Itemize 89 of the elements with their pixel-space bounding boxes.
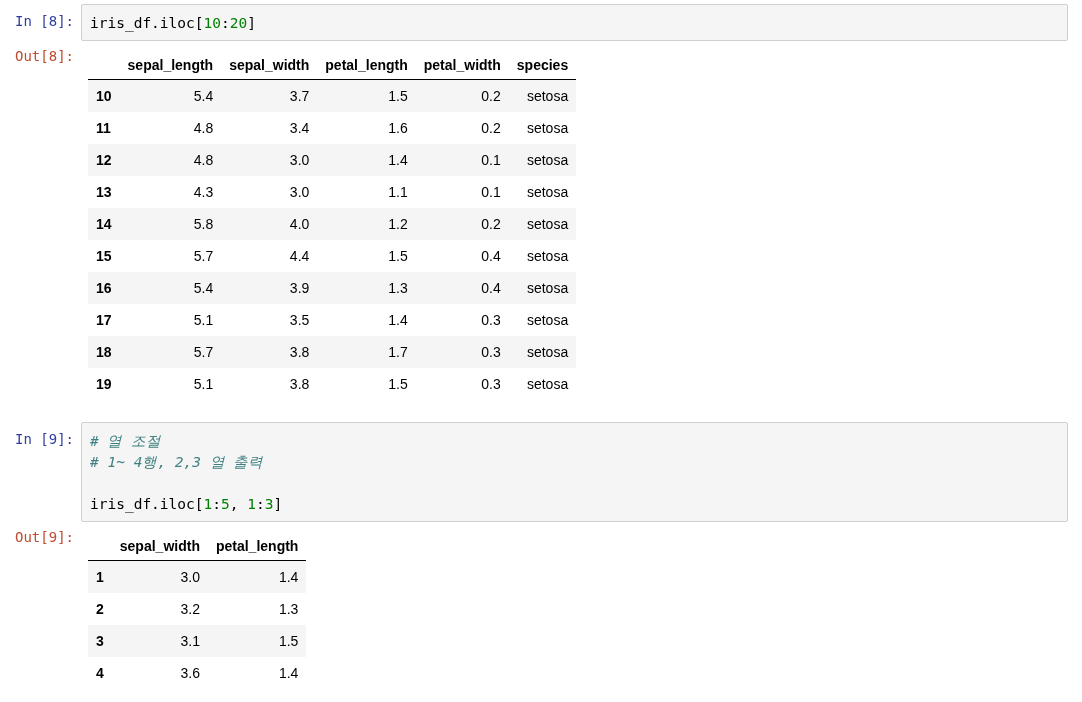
- table-cell: 3.5: [221, 304, 318, 336]
- table-cell: setosa: [508, 304, 577, 336]
- table-cell: 1.4: [207, 657, 307, 689]
- column-header: sepal_length: [119, 49, 222, 80]
- table-cell: 1.5: [317, 240, 416, 272]
- table-cell: 5.7: [119, 240, 222, 272]
- table-cell: 3.9: [221, 272, 318, 304]
- table-cell: 3.8: [221, 336, 318, 368]
- code-input-field[interactable]: iris_df.iloc[10:20]: [81, 4, 1068, 41]
- table-cell: 3.2: [111, 593, 208, 625]
- input-prompt: In [9]:: [14, 430, 75, 448]
- code-input-field[interactable]: # 열 조절 # 1~ 4행, 2,3 열 출력 iris_df.iloc[1:5, 1:3]: [81, 422, 1068, 522]
- table-cell: 0.4: [415, 240, 509, 272]
- table-cell: 1.6: [317, 112, 416, 144]
- table-cell: setosa: [508, 208, 577, 240]
- table-cell: 1.4: [317, 304, 416, 336]
- table-cell: 4.3: [119, 176, 222, 208]
- table-cell: 0.2: [415, 79, 509, 112]
- table-cell: 1.7: [317, 336, 416, 368]
- table-cell: 1.3: [317, 272, 416, 304]
- input-prompt: In [8]:: [14, 12, 75, 30]
- column-header: sepal_width: [111, 530, 208, 561]
- row-index: 19: [88, 368, 120, 400]
- row-index: 13: [88, 176, 120, 208]
- table-cell: 3.8: [221, 368, 318, 400]
- table-cell: 0.3: [415, 336, 509, 368]
- row-index: 17: [88, 304, 120, 336]
- table-cell: 5.7: [119, 336, 222, 368]
- table-cell: setosa: [508, 240, 577, 272]
- table-cell: 0.2: [415, 112, 509, 144]
- table-cell: 0.1: [415, 176, 509, 208]
- table-cell: 1.5: [207, 625, 307, 657]
- table-cell: 4.8: [119, 112, 222, 144]
- table-cell: 3.6: [111, 657, 208, 689]
- table-cell: 1.4: [207, 560, 307, 593]
- column-header: petal_length: [317, 49, 416, 80]
- column-header: sepal_width: [221, 49, 318, 80]
- code-comment: # 열 조절: [90, 432, 163, 451]
- row-index: 15: [88, 240, 120, 272]
- table-cell: 5.8: [119, 208, 222, 240]
- table-cell: 3.0: [221, 144, 318, 176]
- row-index: 18: [88, 336, 120, 368]
- table-cell: 5.4: [119, 79, 222, 112]
- code-comment: # 1~ 4행, 2,3 열 출력: [90, 453, 265, 472]
- table-cell: setosa: [508, 336, 577, 368]
- table-cell: 5.4: [119, 272, 222, 304]
- row-index: 12: [88, 144, 120, 176]
- row-index: 16: [88, 272, 120, 304]
- table-cell: 0.4: [415, 272, 509, 304]
- row-index: 10: [88, 79, 120, 112]
- table-cell: 1.4: [317, 144, 416, 176]
- row-index: 14: [88, 208, 120, 240]
- row-index: 1: [88, 560, 112, 593]
- table-cell: 1.3: [207, 593, 307, 625]
- table-cell: 3.0: [221, 176, 318, 208]
- row-index: 2: [88, 593, 112, 625]
- row-index: 4: [88, 657, 112, 689]
- table-cell: 0.1: [415, 144, 509, 176]
- table-cell: 3.0: [111, 560, 208, 593]
- table-cell: 3.4: [221, 112, 318, 144]
- table-cell: setosa: [508, 272, 577, 304]
- table-cell: 5.1: [119, 304, 222, 336]
- table-cell: setosa: [508, 79, 577, 112]
- table-cell: 4.4: [221, 240, 318, 272]
- column-header: species: [508, 49, 577, 80]
- table-cell: setosa: [508, 176, 577, 208]
- table-cell: 1.2: [317, 208, 416, 240]
- table-cell: 3.7: [221, 79, 318, 112]
- table-cell: setosa: [508, 368, 577, 400]
- output-prompt: Out[9]:: [14, 528, 75, 546]
- table-cell: setosa: [508, 112, 577, 144]
- table-cell: 5.1: [119, 368, 222, 400]
- column-header: petal_length: [207, 530, 307, 561]
- output-prompt: Out[8]:: [14, 47, 75, 65]
- table-cell: 1.5: [317, 368, 416, 400]
- table-cell: 4.0: [221, 208, 318, 240]
- table-cell: 1.5: [317, 79, 416, 112]
- column-header: petal_width: [415, 49, 509, 80]
- code-line: iris_df.iloc[10:20]: [90, 14, 257, 34]
- row-index: 11: [88, 112, 120, 144]
- table-cell: 0.2: [415, 208, 509, 240]
- table-cell: setosa: [508, 144, 577, 176]
- table-cell: 3.1: [111, 625, 208, 657]
- table-cell: 1.1: [317, 176, 416, 208]
- code-line: iris_df.iloc[1:5, 1:3]: [90, 495, 284, 515]
- row-index: 3: [88, 625, 112, 657]
- table-cell: 4.8: [119, 144, 222, 176]
- table-cell: 0.3: [415, 304, 509, 336]
- table-cell: 0.3: [415, 368, 509, 400]
